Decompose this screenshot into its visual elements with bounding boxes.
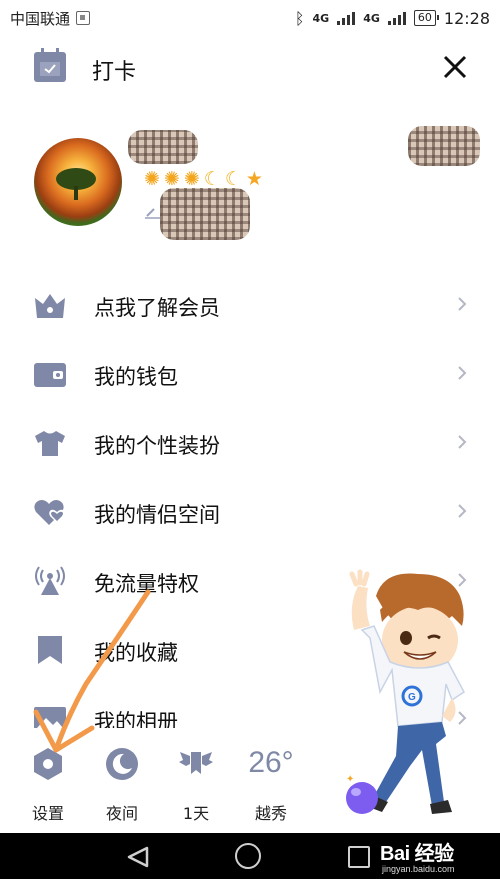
close-icon[interactable] xyxy=(438,50,472,84)
signature-redacted xyxy=(160,188,250,240)
signal-strength-icon-2 xyxy=(387,11,406,25)
level-badges[interactable]: ✺ ✺ ✺ ☾ ☾ ★ xyxy=(144,168,263,190)
menu-item-label: 点我了解会员 xyxy=(94,296,220,320)
account-info-redacted xyxy=(408,126,480,166)
settings-button[interactable]: 设置 xyxy=(13,740,83,830)
status-bar: 中国联通 ᛒ 4G 4G 60 12:28 xyxy=(0,0,500,36)
night-mode-button[interactable]: 夜间 xyxy=(87,740,157,830)
menu-item-label: 我的个性装扮 xyxy=(94,434,220,458)
nickname-redacted xyxy=(128,130,198,164)
svg-text:G: G xyxy=(408,692,416,703)
baidu-jingyan-watermark: Bai 经验 jingyan.baidu.com xyxy=(380,837,455,874)
moon-badge-icon: ☾ xyxy=(224,168,242,190)
sun-badge-icon: ✺ xyxy=(144,168,160,190)
checkin-days-label: 1天 xyxy=(182,804,210,823)
menu-item-label: 我的相册 xyxy=(94,710,178,728)
menu-item-label: 免流量特权 xyxy=(94,572,199,596)
menu-item-vip[interactable]: 点我了解会员 xyxy=(0,270,500,339)
bluetooth-icon: ᛒ xyxy=(294,8,305,28)
menu-item-label: 我的钱包 xyxy=(94,365,178,389)
winged-badge-icon xyxy=(179,752,213,774)
battery-icon: 60 xyxy=(413,10,439,26)
bookmark-icon xyxy=(38,636,62,664)
cartoon-boy-mascot: G ✦ xyxy=(346,569,465,814)
wallet-icon xyxy=(34,363,66,387)
menu-item-label: 我的情侣空间 xyxy=(94,503,220,527)
chevron-right-icon xyxy=(458,366,467,380)
checkin-days-button[interactable]: 1天 xyxy=(161,740,231,830)
clock: 12:28 xyxy=(443,8,490,28)
weather-temperature: 26° xyxy=(248,746,294,779)
chevron-right-icon xyxy=(458,297,467,311)
home-circle-icon[interactable] xyxy=(235,843,261,869)
back-triangle-icon[interactable] xyxy=(126,846,150,868)
menu-item-label: 我的收藏 xyxy=(94,641,178,665)
moon-icon xyxy=(106,748,138,780)
moon-badge-icon: ☾ xyxy=(203,168,221,190)
system-navigation-bar: Bai 经验 jingyan.baidu.com xyxy=(0,833,500,879)
menu-item-couple-space[interactable]: 我的情侣空间 xyxy=(0,477,500,546)
menu-item-wallet[interactable]: 我的钱包 xyxy=(0,339,500,408)
sim-card-icon xyxy=(76,11,91,25)
star-badge-icon: ★ xyxy=(245,168,263,190)
watermark-main-text: Bai 经验 xyxy=(380,843,454,865)
chevron-right-icon xyxy=(458,435,467,449)
recent-apps-icon[interactable] xyxy=(348,846,370,868)
drawer-header: 打卡 xyxy=(0,40,500,94)
checkin-label[interactable]: 打卡 xyxy=(92,54,136,86)
couple-heart-icon xyxy=(34,500,65,525)
avatar-tree-trunk xyxy=(74,186,78,200)
weather-button[interactable]: 26° 越秀 xyxy=(236,740,306,830)
vip-crown-icon xyxy=(35,294,65,318)
svg-text:✦: ✦ xyxy=(346,774,354,785)
chevron-right-icon xyxy=(458,504,467,518)
night-mode-label: 夜间 xyxy=(105,804,138,823)
signal-tower-icon xyxy=(35,566,65,595)
weather-city: 越秀 xyxy=(254,804,287,823)
settings-hexagon-icon xyxy=(34,748,62,780)
signal-strength-icon xyxy=(337,11,356,25)
carrier-name: 中国联通 xyxy=(10,9,71,28)
network-type-label-2: 4G xyxy=(363,11,380,25)
settings-label: 设置 xyxy=(31,804,64,823)
sun-badge-icon: ✺ xyxy=(163,168,180,190)
tshirt-icon xyxy=(35,431,65,456)
network-type-label: 4G xyxy=(312,11,330,25)
watermark-url: jingyan.baidu.com xyxy=(382,864,455,874)
calendar-check-icon[interactable] xyxy=(34,48,66,82)
menu-item-theme[interactable]: 我的个性装扮 xyxy=(0,408,500,477)
avatar[interactable] xyxy=(34,138,122,226)
sun-badge-icon: ✺ xyxy=(183,168,200,190)
album-icon xyxy=(34,707,66,728)
